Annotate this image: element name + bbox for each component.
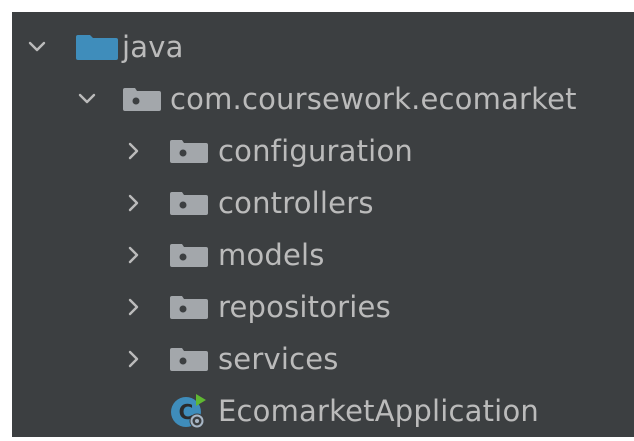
tree-node-ecomarket-application[interactable]: C EcomarketApplication [12, 385, 634, 437]
tree-node-label: configuration [218, 134, 413, 168]
package-folder-icon [170, 348, 208, 371]
project-tree: java com.coursework.ecomarket configurat… [12, 12, 634, 437]
tree-node-label: services [218, 342, 339, 376]
spring-boot-class-icon: C [171, 394, 206, 429]
tree-node-label: EcomarketApplication [218, 394, 539, 428]
package-folder-icon [170, 140, 208, 163]
tree-node-label: models [218, 238, 325, 272]
tree-node-label: controllers [218, 186, 374, 220]
tree-node-repositories[interactable]: repositories [12, 281, 634, 333]
tree-node-controllers[interactable]: controllers [12, 177, 634, 229]
chevron-right-icon[interactable] [123, 244, 145, 266]
tree-node-models[interactable]: models [12, 229, 634, 281]
tree-node-label: com.coursework.ecomarket [170, 82, 577, 116]
chevron-right-icon[interactable] [123, 296, 145, 318]
package-folder-icon [170, 296, 208, 319]
chevron-down-icon[interactable] [76, 88, 98, 110]
tree-node-services[interactable]: services [12, 333, 634, 385]
package-folder-icon [170, 192, 208, 215]
package-folder-icon [170, 244, 208, 267]
tree-node-package[interactable]: com.coursework.ecomarket [12, 73, 634, 125]
source-root-folder-icon [76, 35, 118, 60]
tree-node-java[interactable]: java [12, 21, 634, 73]
chevron-down-icon[interactable] [26, 36, 48, 58]
package-folder-icon [123, 88, 161, 111]
chevron-right-icon[interactable] [123, 348, 145, 370]
chevron-right-icon[interactable] [123, 192, 145, 214]
tree-node-label: java [122, 30, 184, 64]
chevron-right-icon[interactable] [123, 140, 145, 162]
tree-node-configuration[interactable]: configuration [12, 125, 634, 177]
tree-node-label: repositories [218, 290, 391, 324]
